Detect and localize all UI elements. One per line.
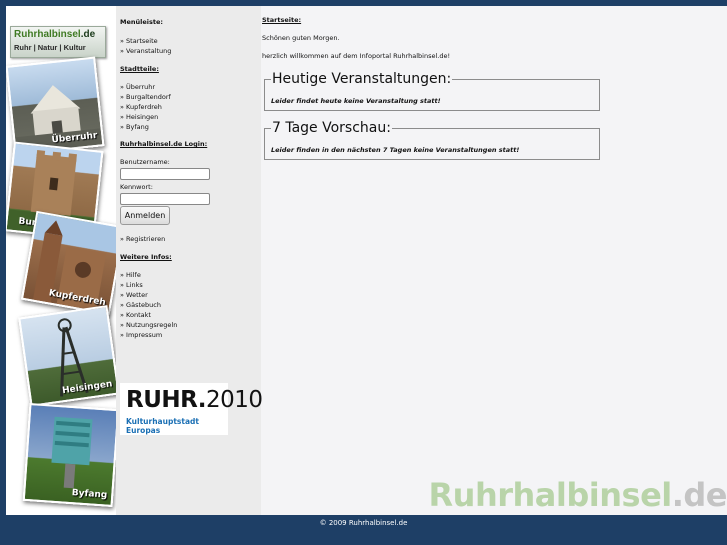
photo-heisingen[interactable]: Heisingen <box>18 305 120 407</box>
district-link-byfang[interactable]: » Byfang <box>120 123 149 131</box>
info-link-hilfe[interactable]: » Hilfe <box>120 271 141 279</box>
login-heading: Ruhrhalbinsel.de Login: <box>120 140 208 148</box>
district-link-ueberruhr[interactable]: » Überruhr <box>120 83 155 91</box>
ruhr2010-banner[interactable]: RUHR.2010 Kulturhauptstadt Europas <box>120 383 263 435</box>
username-label: Benutzername: <box>120 158 170 166</box>
today-events-title: Heutige Veranstaltungen: <box>271 71 453 87</box>
username-input[interactable] <box>120 168 210 180</box>
welcome-text: herzlich willkommen auf dem Infoportal R… <box>262 52 451 60</box>
logo-domain: .de <box>80 29 96 40</box>
sidebar: Menüleiste: » Startseite » Veranstaltung… <box>116 6 263 515</box>
greeting-text: Schönen guten Morgen. <box>262 34 340 42</box>
main-content: Startseite: Schönen guten Morgen. herzli… <box>261 6 727 515</box>
info-link-links[interactable]: » Links <box>120 281 143 289</box>
today-events-box: Heutige Veranstaltungen: Leider findet h… <box>264 71 600 111</box>
logo-tagline: Ruhr | Natur | Kultur <box>14 43 86 52</box>
password-input[interactable] <box>120 193 210 205</box>
week-preview-message: Leider finden in den nächsten 7 Tagen ke… <box>271 146 520 154</box>
info-link-impressum[interactable]: » Impressum <box>120 331 162 339</box>
page-frame: Ruhrhalbinsel.de Ruhr | Natur | Kultur Ü… <box>6 6 727 515</box>
register-link[interactable]: » Registrieren <box>120 235 165 243</box>
logo-name: Ruhrhalbinsel <box>14 29 81 40</box>
site-logo[interactable]: Ruhrhalbinsel.de Ruhr | Natur | Kultur <box>10 26 106 58</box>
district-link-burgaltendorf[interactable]: » Burgaltendorf <box>120 93 171 101</box>
menu-item-startseite[interactable]: » Startseite <box>120 37 158 45</box>
ruhr2010-subtitle: Kulturhauptstadt Europas <box>126 417 199 435</box>
today-events-message: Leider findet heute keine Veranstaltung … <box>271 97 441 105</box>
district-link-heisingen[interactable]: » Heisingen <box>120 113 158 121</box>
districts-heading: Stadtteile: <box>120 65 159 73</box>
photo-kupferdreh[interactable]: Kupferdreh <box>20 210 126 316</box>
info-link-gaestebuch[interactable]: » Gästebuch <box>120 301 161 309</box>
week-preview-box: 7 Tage Vorschau: Leider finden in den nä… <box>264 120 600 160</box>
menu-heading: Menüleiste: <box>120 18 163 26</box>
watermark-tld: .de <box>671 476 727 514</box>
ruhr2010-title-a: RUHR. <box>126 387 207 413</box>
brand-watermark: Ruhrhalbinsel.de <box>429 476 727 514</box>
photo-ueberruhr[interactable]: Überruhr <box>6 56 105 156</box>
district-link-kupferdreh[interactable]: » Kupferdreh <box>120 103 162 111</box>
watermark-name: Ruhrhalbinsel <box>428 476 673 514</box>
menu-item-veranstaltung[interactable]: » Veranstaltung <box>120 47 171 55</box>
photo-column: Ruhrhalbinsel.de Ruhr | Natur | Kultur Ü… <box>6 6 126 515</box>
info-link-wetter[interactable]: » Wetter <box>120 291 148 299</box>
footer-copyright: © 2009 Ruhrhalbinsel.de <box>319 519 408 527</box>
ruhr2010-title-b: 2010 <box>206 387 263 413</box>
photo-byfang[interactable]: Byfang <box>22 402 120 508</box>
info-link-nutzungsregeln[interactable]: » Nutzungsregeln <box>120 321 177 329</box>
page-title: Startseite: <box>262 16 302 24</box>
info-heading: Weitere Infos: <box>120 253 172 261</box>
login-button[interactable]: Anmelden <box>120 206 170 225</box>
week-preview-title: 7 Tage Vorschau: <box>271 120 392 136</box>
password-label: Kennwort: <box>120 183 153 191</box>
info-link-kontakt[interactable]: » Kontakt <box>120 311 151 319</box>
